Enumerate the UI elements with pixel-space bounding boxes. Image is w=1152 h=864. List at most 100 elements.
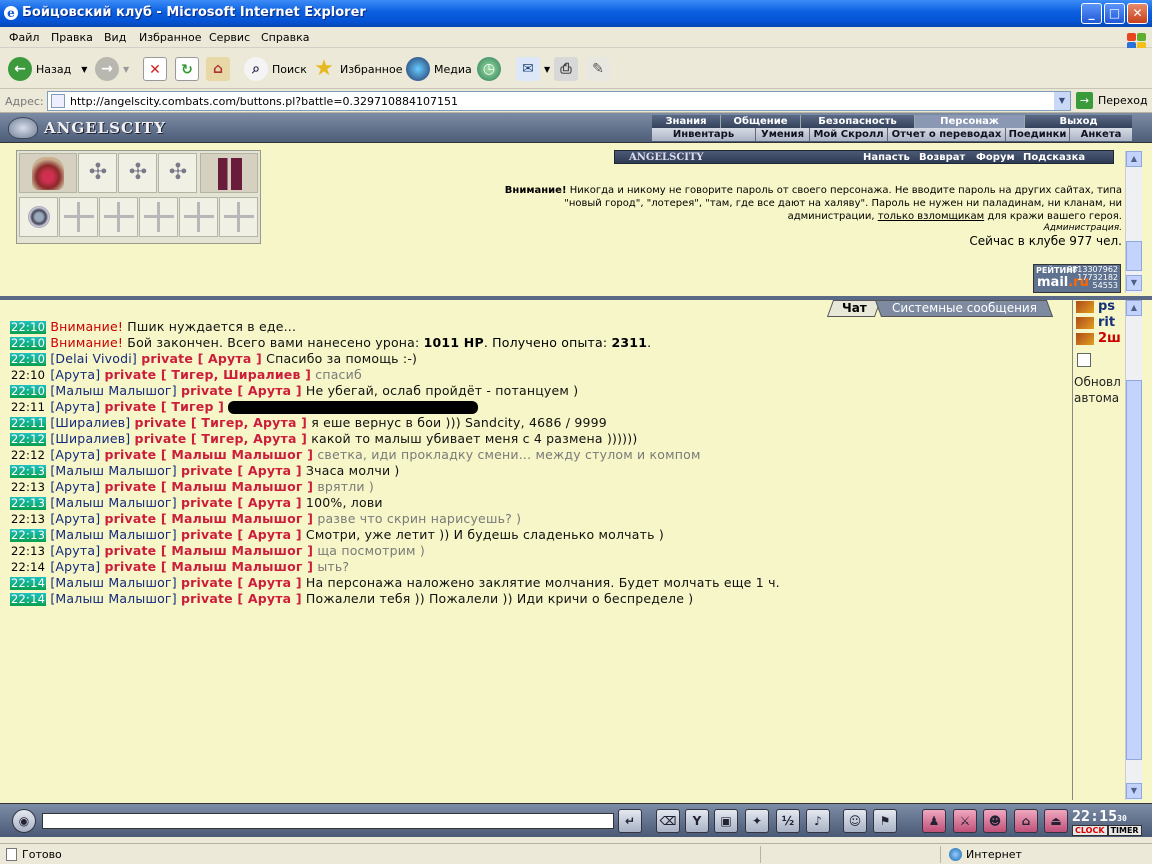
- slot-ring[interactable]: ✣: [158, 153, 197, 193]
- menu-view[interactable]: Вид: [104, 31, 126, 44]
- message-time[interactable]: 22:14: [10, 577, 47, 590]
- message-sender[interactable]: [Арута]: [50, 479, 100, 494]
- scroll-down-icon[interactable]: ▼: [1126, 783, 1142, 799]
- link-hint[interactable]: Подсказка: [1023, 151, 1085, 164]
- message-sender[interactable]: [Ширалиев]: [50, 415, 130, 430]
- helmet-slot[interactable]: [19, 153, 77, 193]
- message-time[interactable]: 22:10: [10, 321, 47, 334]
- private-recipients[interactable]: private [ Тигер, Арута ]: [135, 415, 308, 430]
- exit-icon[interactable]: ⏏: [1044, 809, 1068, 833]
- walk-icon[interactable]: ✦: [745, 809, 769, 833]
- timer-mode-button[interactable]: TIMER: [1107, 825, 1142, 836]
- nav-character[interactable]: Персонаж: [915, 115, 1025, 128]
- tab-chat[interactable]: Чат: [826, 300, 882, 317]
- slot-earring[interactable]: ✣: [78, 153, 117, 193]
- message-sender[interactable]: [Арута]: [50, 447, 100, 462]
- message-time[interactable]: 22:11: [10, 417, 47, 430]
- online-user[interactable]: 2ш: [1076, 331, 1121, 346]
- private-recipients[interactable]: private [ Арута ]: [181, 463, 302, 478]
- private-recipients[interactable]: private [ Тигер, Ширалиев ]: [105, 367, 312, 382]
- friends-icon[interactable]: ☻: [983, 809, 1007, 833]
- forward-button[interactable]: → ▼: [95, 54, 129, 84]
- message-time[interactable]: 22:12: [10, 433, 47, 446]
- menu-file[interactable]: Файл: [9, 31, 39, 44]
- message-time[interactable]: 22:13: [10, 481, 46, 494]
- message-sender[interactable]: [Малыш Малышог]: [50, 527, 176, 542]
- message-time[interactable]: 22:10: [10, 369, 46, 382]
- message-time[interactable]: 22:13: [10, 529, 47, 542]
- back-button[interactable]: ← Назад ▼: [8, 54, 87, 84]
- speed-icon[interactable]: ½: [776, 809, 800, 833]
- sound-icon[interactable]: ♪: [806, 809, 830, 833]
- message-time[interactable]: 22:11: [10, 401, 46, 414]
- message-sender[interactable]: [Арута]: [50, 399, 100, 414]
- chat-mode-icon[interactable]: ◉: [12, 809, 36, 833]
- message-time[interactable]: 22:13: [10, 465, 47, 478]
- favorites-button[interactable]: ★ Избранное: [312, 54, 402, 84]
- private-recipients[interactable]: private [ Малыш Малышог ]: [105, 559, 314, 574]
- print-button[interactable]: ⎙: [554, 54, 582, 84]
- private-recipients[interactable]: private [ Арута ]: [141, 351, 262, 366]
- quest-icon[interactable]: ⚔: [953, 809, 977, 833]
- message-sender[interactable]: [Малыш Малышог]: [50, 591, 176, 606]
- message-time[interactable]: 22:14: [10, 561, 46, 574]
- online-user[interactable]: rit: [1076, 315, 1115, 330]
- send-icon[interactable]: ↵: [618, 809, 642, 833]
- address-input[interactable]: http://angelscity.combats.com/buttons.pl…: [47, 91, 1071, 111]
- scroll-up-icon[interactable]: ▲: [1126, 151, 1142, 167]
- slot-amulet[interactable]: ✣: [118, 153, 157, 193]
- message-sender[interactable]: [Малыш Малышог]: [50, 495, 176, 510]
- go-button[interactable]: → Переход: [1076, 92, 1148, 109]
- private-recipients[interactable]: private [ Арута ]: [181, 495, 302, 510]
- nav-communication[interactable]: Общение: [721, 115, 801, 128]
- message-sender[interactable]: [Delai Vivodi]: [50, 351, 137, 366]
- nav-profile[interactable]: Анкета: [1070, 128, 1132, 141]
- address-dropdown-icon[interactable]: ▼: [1054, 92, 1070, 110]
- nav-inventory[interactable]: Инвентарь: [652, 128, 756, 141]
- info-scrollbar[interactable]: ▲ ▼: [1125, 151, 1142, 293]
- auto-refresh-checkbox[interactable]: [1077, 353, 1091, 367]
- message-sender[interactable]: [Арута]: [50, 559, 100, 574]
- slot-bag-1[interactable]: [19, 197, 58, 237]
- private-recipients[interactable]: private [ Тигер, Арута ]: [135, 431, 308, 446]
- message-time[interactable]: 22:13: [10, 513, 46, 526]
- message-sender[interactable]: [Ширалиев]: [50, 431, 130, 446]
- nav-security[interactable]: Безопасность: [801, 115, 915, 128]
- online-user[interactable]: ps: [1076, 299, 1115, 314]
- clan-icon[interactable]: ⚑: [873, 809, 897, 833]
- private-recipients[interactable]: private [ Арута ]: [181, 591, 302, 606]
- stop-button[interactable]: ✕: [143, 54, 171, 84]
- chat-input[interactable]: [42, 813, 614, 829]
- private-recipients[interactable]: private [ Арута ]: [181, 575, 302, 590]
- trade-icon[interactable]: ♟: [922, 809, 946, 833]
- private-recipients[interactable]: private [ Арута ]: [181, 383, 302, 398]
- private-recipients[interactable]: private [ Малыш Малышог ]: [105, 479, 314, 494]
- scroll-up-icon[interactable]: ▲: [1126, 300, 1142, 316]
- lock-icon[interactable]: ⌂: [1014, 809, 1038, 833]
- message-time[interactable]: 22:10: [10, 385, 47, 398]
- private-recipients[interactable]: private [ Малыш Малышог ]: [105, 511, 314, 526]
- nav-knowledge[interactable]: Знания: [652, 115, 721, 128]
- private-recipients[interactable]: private [ Арута ]: [181, 527, 302, 542]
- nav-battles[interactable]: Поединки: [1006, 128, 1070, 141]
- mail-rating-counter[interactable]: РЕЙТИНГ mail.ru 8813307962 17732182 54553: [1033, 264, 1121, 293]
- chat-scrollbar[interactable]: ▲ ▼: [1125, 300, 1142, 800]
- close-button[interactable]: ✕: [1127, 3, 1148, 24]
- link-return[interactable]: Возврат: [919, 151, 965, 164]
- smiley-icon[interactable]: ☺: [843, 809, 867, 833]
- message-time[interactable]: 22:14: [10, 593, 47, 606]
- message-time[interactable]: 22:13: [10, 497, 47, 510]
- message-time[interactable]: 22:13: [10, 545, 46, 558]
- menu-tools[interactable]: Сервис: [209, 31, 250, 44]
- message-time[interactable]: 22:10: [10, 337, 47, 350]
- mail-button[interactable]: ✉ ▼: [516, 54, 550, 84]
- message-time[interactable]: 22:10: [10, 353, 47, 366]
- home-button[interactable]: ⌂: [206, 54, 234, 84]
- nav-my-scroll[interactable]: Мой Скролл: [810, 128, 888, 141]
- slot-bag-4[interactable]: [139, 197, 178, 237]
- message-sender[interactable]: [Малыш Малышог]: [50, 463, 176, 478]
- mail-dropdown-icon[interactable]: ▼: [544, 65, 550, 74]
- message-time[interactable]: 22:12: [10, 449, 46, 462]
- edit-button[interactable]: ✎: [586, 54, 614, 84]
- forward-dropdown-icon[interactable]: ▼: [123, 65, 129, 74]
